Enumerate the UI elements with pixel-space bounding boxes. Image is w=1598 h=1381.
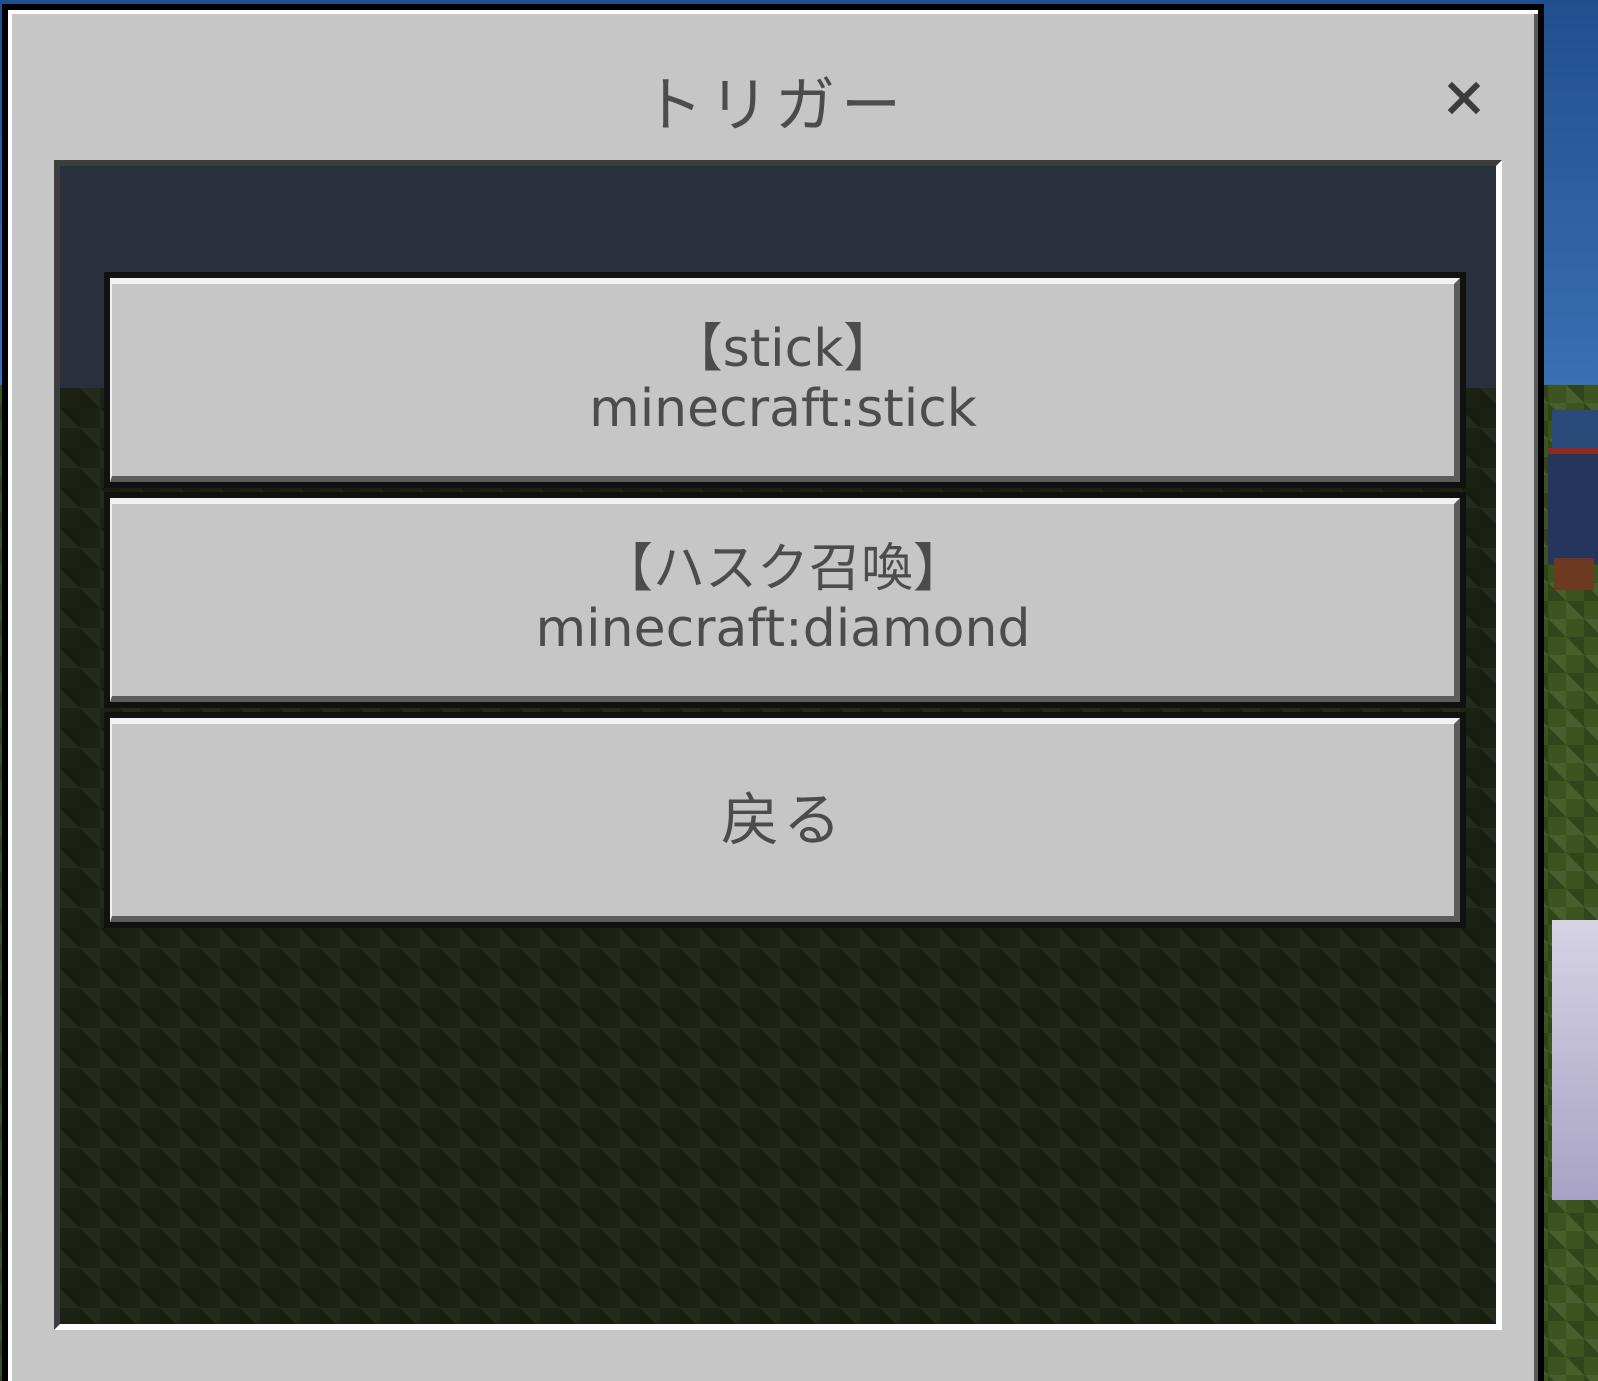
button-list-area: 【stick】 minecraft:stick 【ハスク召喚】 minecraf… [54,160,1502,1330]
trigger-button-husk-summon[interactable]: 【ハスク召喚】 minecraft:diamond [104,492,1466,708]
trigger-name: 【ハスク召喚】 [600,539,965,600]
trigger-dialog: トリガー 【stick】 minecraft:stick 【ハスク召喚】 min… [2,4,1544,1381]
character-head [1552,410,1598,448]
trigger-button-stick[interactable]: 【stick】 minecraft:stick [104,272,1466,488]
close-icon [1446,80,1482,116]
mob-creature [1552,920,1598,1200]
player-character [1548,410,1598,590]
close-button[interactable] [1436,70,1492,126]
character-legs [1554,558,1594,590]
dialog-title: トリガー [643,71,907,141]
trigger-item-id: minecraft:diamond [535,599,1031,659]
trigger-name: 【stick】 [670,319,896,380]
back-button[interactable]: 戻る [104,712,1466,928]
trigger-item-id: minecraft:stick [589,379,977,439]
back-button-label: 戻る [720,785,845,854]
character-body [1548,448,1598,564]
